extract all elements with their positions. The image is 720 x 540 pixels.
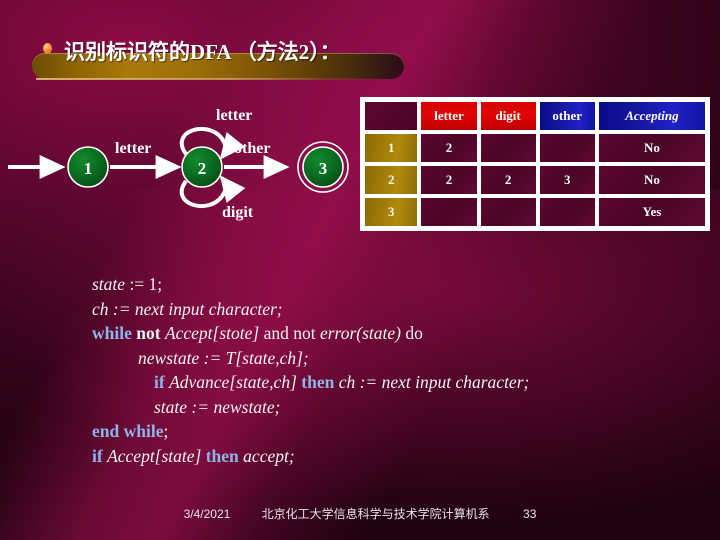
page-title: 识别标识符的DFA （方法2）： (64, 40, 341, 64)
code-line-2: ch := next input character; (92, 298, 283, 319)
table-header-accepting: Accepting (596, 100, 707, 132)
table-header-row: letter digit other Accepting (363, 100, 707, 132)
bullet-dot-icon (43, 43, 52, 54)
footer-date: 3/4/2021 (183, 507, 231, 521)
dfa-state-1-label: 1 (84, 159, 93, 178)
code-line-3: while not Accept[stote] and not error(st… (92, 323, 423, 343)
cell-3-accepting: Yes (596, 196, 707, 228)
table-row: 2 2 2 3 No (363, 164, 707, 196)
table-row-state-3: 3 (363, 196, 420, 228)
slide-footer: 3/4/2021 北京化工大学信息科学与技术学院计算机系 33 (0, 505, 720, 522)
cell-2-other: 3 (537, 164, 597, 196)
dfa-svg: 1 letter 2 letter digit other 3 (8, 107, 349, 221)
table-header-other: other (537, 100, 597, 132)
table-header-digit: digit (478, 100, 538, 132)
cell-2-letter: 2 (419, 164, 479, 196)
table-row: 3 Yes (363, 196, 707, 228)
cell-1-digit (478, 132, 538, 164)
table-row-state-1: 1 (363, 132, 420, 164)
pseudocode-block: state := 1; ch := next input character; … (92, 272, 652, 468)
cell-1-accepting: No (596, 132, 707, 164)
dfa-state-2-label: 2 (198, 159, 207, 178)
cell-3-digit (478, 196, 538, 228)
footer-page-number: 33 (523, 507, 537, 521)
cell-1-other (537, 132, 597, 164)
code-line-1: state := 1; (92, 274, 163, 294)
dfa-edge-1-2-label: letter (115, 140, 151, 157)
code-line-8: if Accept[state] then accept; (92, 445, 295, 466)
cell-2-accepting: No (596, 164, 707, 196)
dfa-state-diagram: 1 letter 2 letter digit other 3 (0, 92, 350, 232)
dfa-state-3-label: 3 (319, 159, 328, 178)
code-line-5: if Advance[state,ch] then ch := next inp… (154, 372, 530, 392)
cell-3-letter (419, 196, 479, 228)
title-underline (36, 78, 391, 80)
code-line-4: newstate := T[state,ch]; (138, 347, 309, 368)
table-row-state-2: 2 (363, 164, 420, 196)
cell-3-other (537, 196, 597, 228)
slide-canvas: 识别标识符的DFA （方法2）： 1 letter 2 letter digit… (0, 0, 720, 540)
transition-table: letter digit other Accepting 1 2 No 2 2 … (360, 97, 710, 231)
cell-2-digit: 2 (478, 164, 538, 196)
code-line-6: state := newstate; (154, 396, 281, 417)
dfa-selfloop-digit-label: digit (222, 204, 254, 221)
dfa-edge-2-3-label: other (234, 140, 270, 157)
footer-organization: 北京化工大学信息科学与技术学院计算机系 (261, 507, 490, 521)
code-line-7: end while; (92, 421, 169, 441)
table-corner-header (363, 100, 420, 132)
table-header-letter: letter (419, 100, 479, 132)
table-row: 1 2 No (363, 132, 707, 164)
cell-1-letter: 2 (419, 132, 479, 164)
dfa-selfloop-letter-label: letter (216, 107, 252, 124)
